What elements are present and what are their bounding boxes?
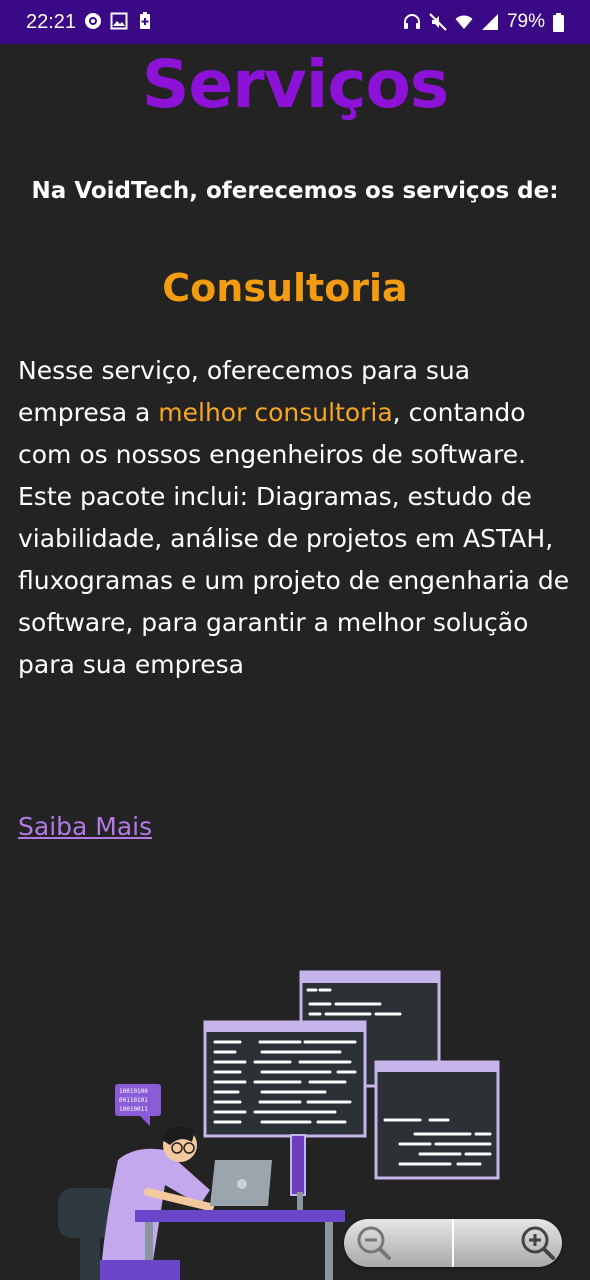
battery-saver-icon <box>140 12 150 29</box>
zoom-out-icon <box>357 1226 391 1260</box>
status-bar: 22:21 79% <box>0 0 590 44</box>
zoom-out-button[interactable] <box>344 1219 452 1267</box>
saiba-mais-link[interactable]: Saiba Mais <box>18 812 152 841</box>
battery-icon <box>553 12 564 32</box>
zoom-control[interactable] <box>344 1219 562 1267</box>
signal-icon <box>481 14 498 30</box>
battery-percentage: 79% <box>506 11 545 32</box>
zoom-in-button[interactable] <box>452 1219 562 1267</box>
wifi-icon <box>455 15 473 29</box>
bubble-line-3: 10010011 <box>119 1106 148 1113</box>
section-description: Nesse serviço, oferecemos para sua empre… <box>18 350 574 686</box>
record-icon <box>85 13 101 29</box>
page-subtitle: Na VoidTech, oferecemos os serviços de: <box>31 178 559 204</box>
highlighted-text: melhor consultoria <box>158 398 393 427</box>
mute-icon <box>429 13 447 31</box>
bubble-line-1: 10010100 <box>119 1088 148 1095</box>
page-title: Serviços <box>141 46 449 123</box>
headset-icon <box>403 14 420 29</box>
description-text-end: , contando com os nossos engenheiros de … <box>18 398 570 679</box>
image-icon <box>110 12 128 30</box>
section-title: Consultoria <box>162 266 408 310</box>
zoom-in-icon <box>521 1226 555 1260</box>
bubble-line-2: 00110101 <box>119 1097 148 1104</box>
status-time: 22:21 <box>26 11 77 33</box>
